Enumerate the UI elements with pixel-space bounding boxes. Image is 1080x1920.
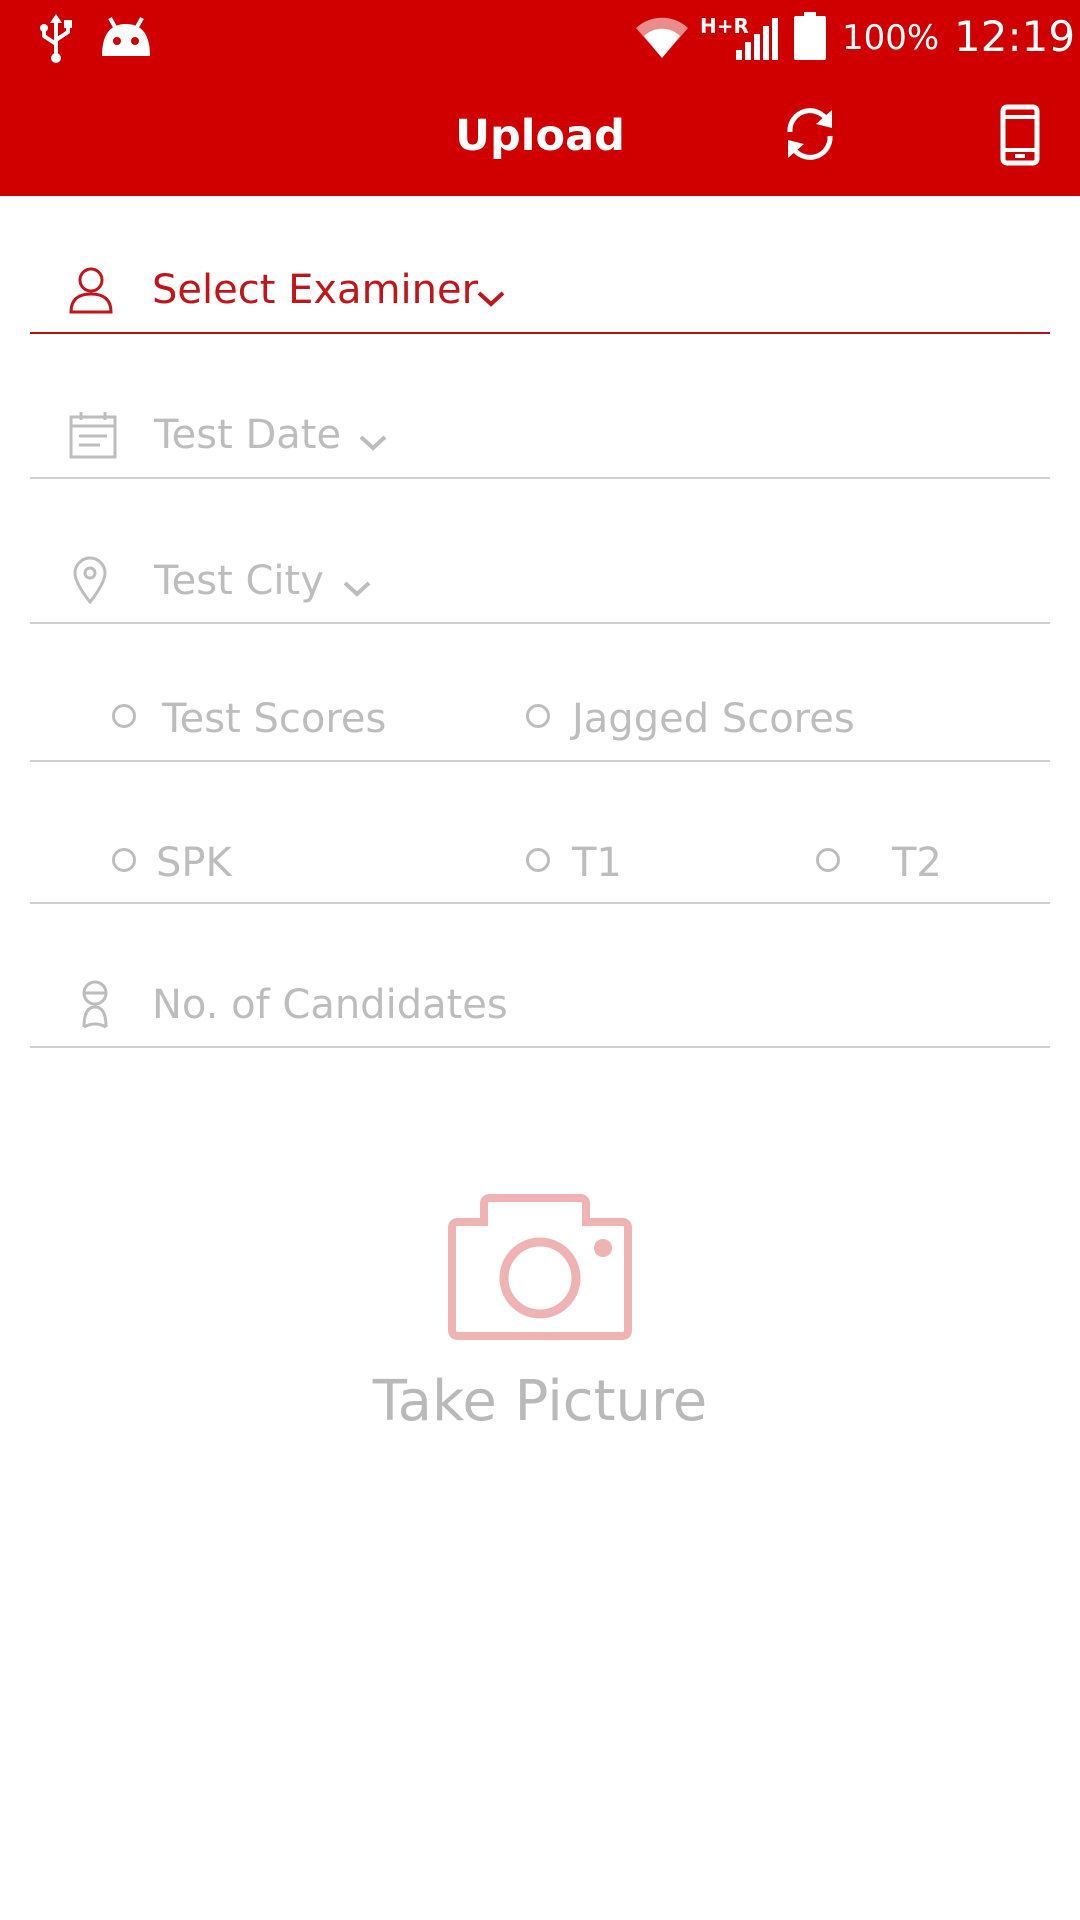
chevron-down-icon [476,290,506,308]
radio-button[interactable] [112,848,136,872]
battery-percent: 100% [842,18,940,58]
radio-label: Jagged Scores [572,696,855,742]
calendar-icon [68,410,118,460]
module-underline [30,902,1050,904]
radio-button[interactable] [526,704,550,728]
radio-spk[interactable]: SPK [70,824,370,904]
candidate-icon [80,980,110,1030]
score-type-group: Test Scores Jagged Scores [30,680,1050,760]
person-icon [68,266,114,314]
radio-label: T2 [892,840,942,886]
upload-screen: H+R 100% 12:19 Upload Select Examiner Te… [0,0,1080,1920]
sync-button[interactable] [780,104,840,164]
test-date-underline [30,477,1050,479]
phone-icon [1000,104,1040,166]
app-header: H+R 100% 12:19 Upload [0,0,1080,196]
candidates-underline [30,1046,1050,1048]
examiner-select[interactable]: Select Examiner [30,250,1050,330]
radio-t2[interactable]: T2 [804,824,1024,904]
radio-label: Test Scores [162,696,387,742]
radio-button[interactable] [112,704,136,728]
clock: 12:19 [954,12,1076,61]
examiner-underline [30,332,1050,334]
test-city-underline [30,622,1050,624]
location-pin-icon [72,556,108,605]
module-group: SPK T1 T2 [30,824,1050,904]
candidates-placeholder: No. of Candidates [152,982,508,1028]
radio-button[interactable] [816,848,840,872]
page-title: Upload [455,111,625,161]
radio-label: SPK [156,840,232,886]
status-bar: H+R 100% 12:19 [0,0,1080,80]
signal-icon [736,18,780,60]
test-city-select[interactable]: Test City [30,542,1050,622]
camera-icon [448,1192,632,1340]
usb-icon [38,14,74,64]
examiner-placeholder: Select Examiner [152,267,479,313]
radio-t1[interactable]: T1 [514,824,734,904]
wifi-icon [634,14,690,60]
android-icon [98,16,154,60]
radio-button[interactable] [526,848,550,872]
sync-icon [787,108,833,160]
test-date-placeholder: Test Date [154,412,342,458]
chevron-down-icon [342,580,372,598]
test-date-select[interactable]: Test Date [30,396,1050,476]
take-picture-label: Take Picture [372,1369,708,1434]
battery-icon [794,12,826,60]
radio-jagged-scores[interactable]: Jagged Scores [514,680,1014,760]
device-button[interactable] [1000,104,1040,166]
chevron-down-icon [358,434,388,452]
radio-test-scores[interactable]: Test Scores [70,680,450,760]
candidates-field[interactable]: No. of Candidates [30,966,1050,1046]
radio-label: T1 [572,840,622,886]
test-city-placeholder: Test City [154,558,324,604]
score-type-underline [30,760,1050,762]
